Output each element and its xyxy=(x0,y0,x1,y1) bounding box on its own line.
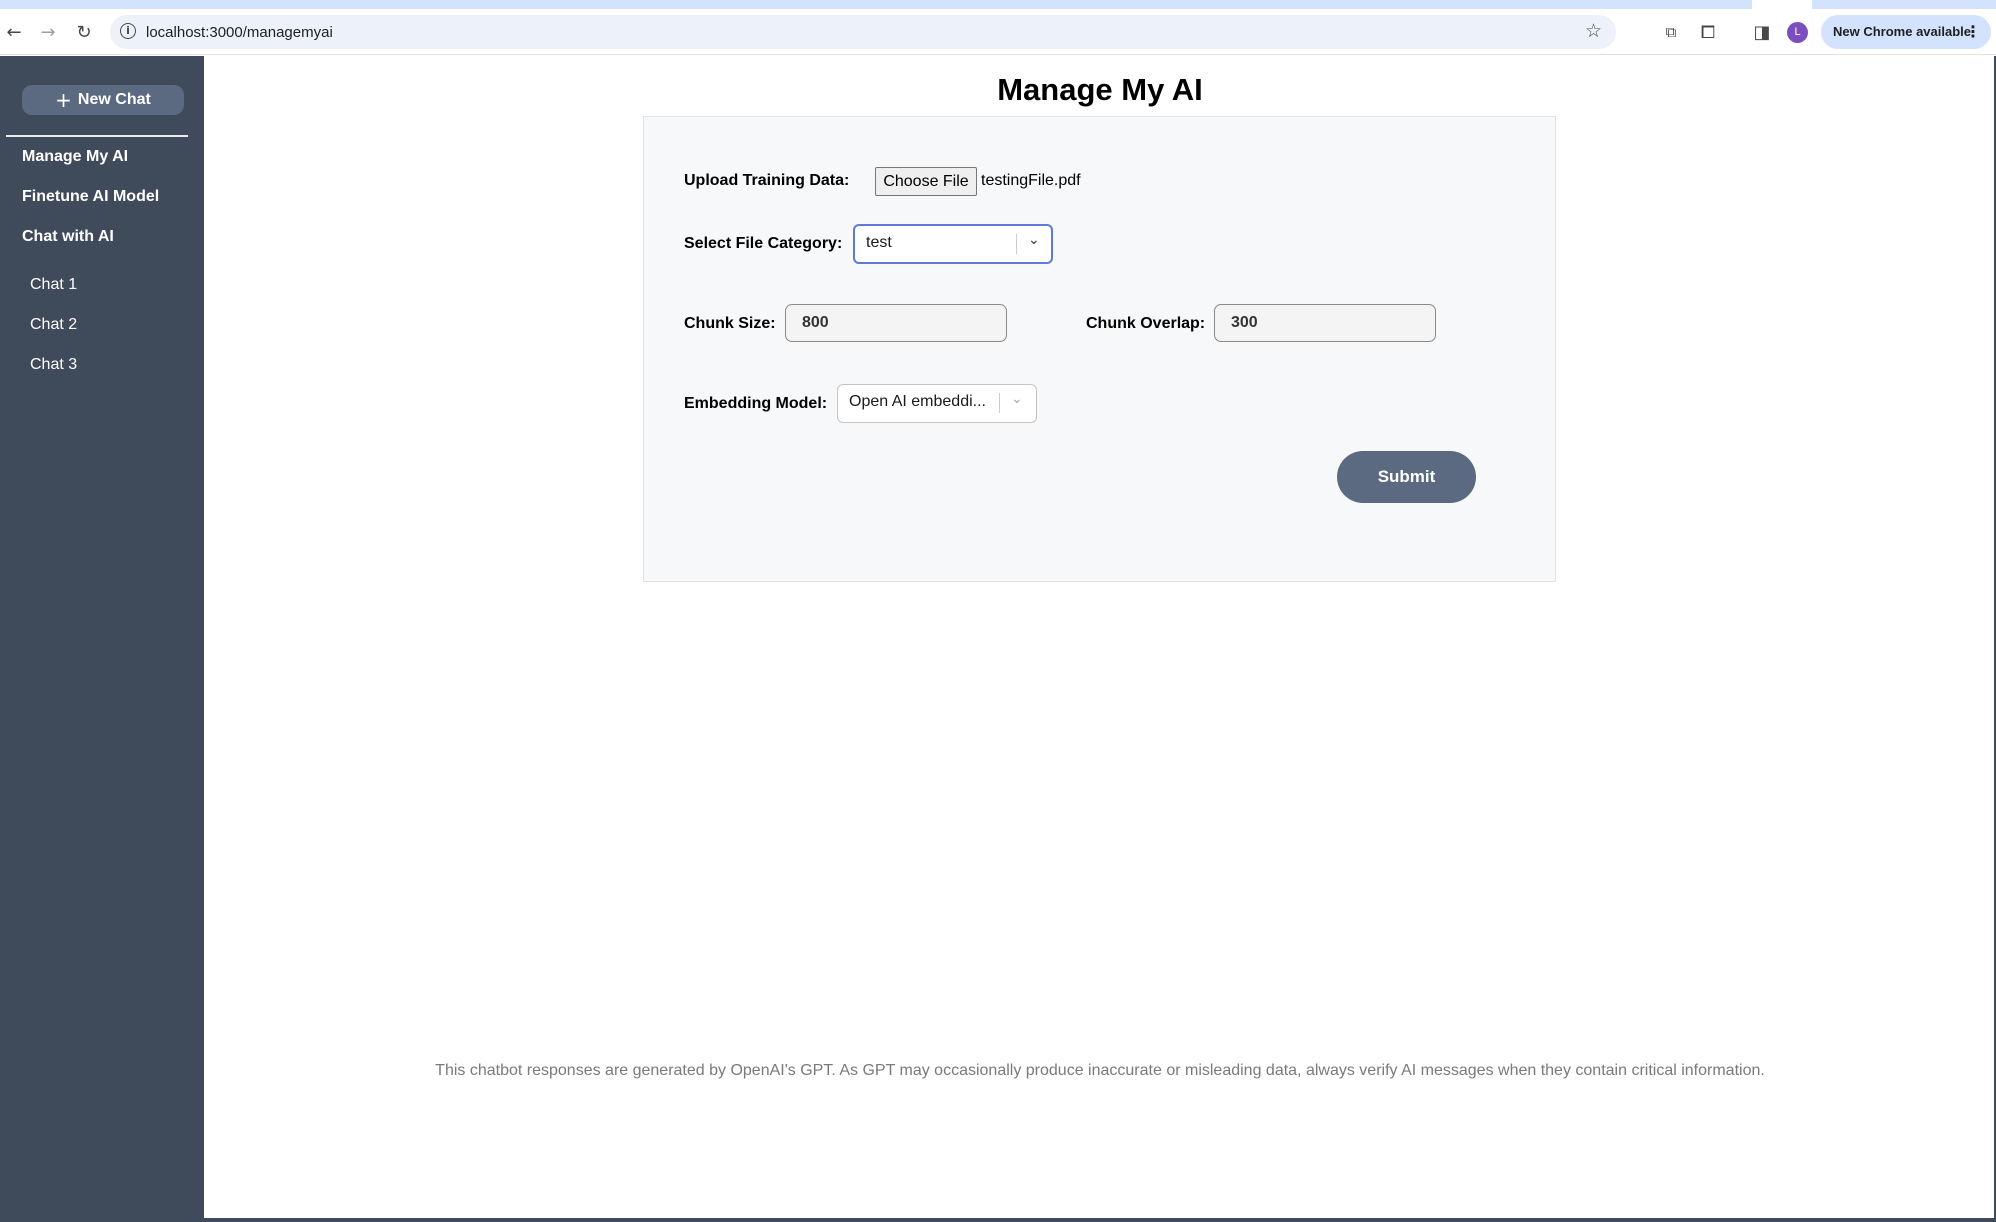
chunk-size-input[interactable] xyxy=(785,304,1007,342)
update-chrome-button[interactable]: New Chrome available ⋮ xyxy=(1821,15,1991,49)
url-text[interactable]: localhost:3000/managemyai xyxy=(146,24,333,41)
more-icon[interactable]: ⋮ xyxy=(1965,15,1981,49)
sidebar-chat-3[interactable]: Chat 3 xyxy=(30,356,77,374)
address-bar[interactable]: i localhost:3000/managemyai ☆ xyxy=(110,15,1616,49)
sidebar-item-manage-my-ai[interactable]: Manage My AI xyxy=(22,148,128,166)
chunk-overlap-label: Chunk Overlap: xyxy=(1086,315,1206,332)
reload-icon[interactable]: ↻ xyxy=(70,18,98,46)
new-chat-button[interactable]: + New Chat xyxy=(22,85,184,115)
category-label: Select File Category: xyxy=(684,235,843,252)
update-chrome-label: New Chrome available xyxy=(1833,24,1971,39)
forward-arrow-icon[interactable]: → xyxy=(34,18,62,46)
browser-toolbar: ← → ↻ i localhost:3000/managemyai ☆ ⧉ ⧠ … xyxy=(0,9,1996,55)
file-category-value: test xyxy=(866,234,892,251)
cast-icon[interactable]: ⧉ xyxy=(1657,18,1685,46)
plus-icon: + xyxy=(55,88,72,112)
tab-strip xyxy=(0,0,1996,9)
training-form: Upload Training Data: Choose File testin… xyxy=(643,116,1556,582)
select-separator xyxy=(1016,234,1017,254)
bookmark-star-icon[interactable]: ☆ xyxy=(1585,20,1602,42)
window-edge xyxy=(204,1218,1996,1222)
sidebar-divider xyxy=(6,135,188,137)
sidebar-item-finetune-ai-model[interactable]: Finetune AI Model xyxy=(22,188,159,206)
sidebar-item-chat-with-ai[interactable]: Chat with AI xyxy=(22,228,114,246)
site-info-icon[interactable]: i xyxy=(120,23,136,39)
ai-disclaimer: This chatbot responses are generated by … xyxy=(435,1062,1765,1079)
select-separator xyxy=(999,393,1000,413)
active-tab-edge[interactable] xyxy=(1752,0,1812,9)
submit-button[interactable]: Submit xyxy=(1337,451,1476,503)
back-arrow-icon[interactable]: ← xyxy=(0,18,28,46)
sidebar-chat-2[interactable]: Chat 2 xyxy=(30,316,77,334)
new-chat-label: New Chat xyxy=(77,91,151,108)
chunk-overlap-input[interactable] xyxy=(1214,304,1436,342)
sidebar-chat-1[interactable]: Chat 1 xyxy=(30,276,77,294)
side-panel-icon[interactable]: ◨ xyxy=(1748,18,1776,46)
sidebar: + New Chat Manage My AI Finetune AI Mode… xyxy=(0,56,204,1222)
profile-avatar[interactable]: L xyxy=(1787,22,1808,43)
extensions-icon[interactable]: ⧠ xyxy=(1694,18,1722,46)
embedding-model-label: Embedding Model: xyxy=(684,395,828,412)
chevron-down-icon[interactable]: ⌄ xyxy=(1028,232,1040,248)
chevron-down-icon[interactable]: ⌄ xyxy=(1011,391,1023,407)
chunk-size-label: Chunk Size: xyxy=(684,315,776,332)
upload-label: Upload Training Data: xyxy=(684,172,850,189)
file-category-select[interactable]: test ⌄ xyxy=(853,224,1053,264)
embedding-model-value: Open AI embeddi... xyxy=(849,393,986,410)
embedding-model-select[interactable]: Open AI embeddi... ⌄ xyxy=(837,384,1037,423)
page-title: Manage My AI xyxy=(997,72,1203,107)
choose-file-button[interactable]: Choose File xyxy=(875,167,977,196)
selected-file-name: testingFile.pdf xyxy=(981,172,1081,189)
